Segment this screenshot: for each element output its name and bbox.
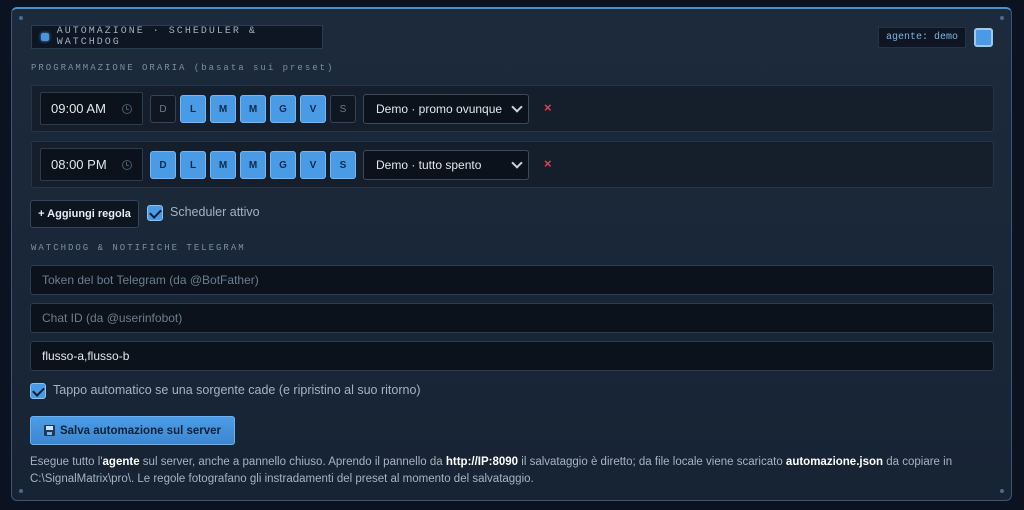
time-value: 08:00 PM: [51, 157, 107, 172]
time-value: 09:00 AM: [51, 101, 106, 116]
time-input[interactable]: 08:00 PM: [40, 148, 143, 181]
schedule-section-title: PROGRAMMAZIONE ORARIA (basata sui preset…: [31, 63, 335, 73]
panel-title-text: AUTOMAZIONE · SCHEDULER & WATCHDOG: [56, 26, 257, 48]
save-button-label: Salva automazione sul server: [59, 424, 222, 437]
preset-select[interactable]: Demo · tutto spento: [363, 150, 529, 180]
delete-rule-button[interactable]: ×: [544, 100, 552, 115]
status-led-icon: [41, 33, 49, 41]
auto-cap-checkbox[interactable]: [30, 383, 46, 399]
corner-dot: [1000, 16, 1004, 20]
day-toggle-saturday[interactable]: S: [330, 95, 356, 123]
save-automation-button[interactable]: Salva automazione sul server: [30, 416, 235, 445]
day-toggle-thursday[interactable]: G: [270, 95, 296, 123]
delete-rule-button[interactable]: ×: [544, 156, 552, 171]
day-toggle-wednesday[interactable]: M: [240, 151, 266, 179]
corner-dot: [19, 489, 23, 493]
agent-badge: agente: demo: [878, 27, 966, 48]
day-toggle-friday[interactable]: V: [300, 151, 326, 179]
day-toggle-tuesday[interactable]: M: [210, 151, 236, 179]
auto-cap-label: Tappo automatico se una sorgente cade (e…: [53, 383, 421, 397]
preset-select-value: Demo · promo ovunque: [376, 102, 503, 116]
clock-icon[interactable]: [122, 160, 132, 170]
schedule-rule-row: 09:00 AM D L M M G V S Demo · promo ovun…: [31, 85, 994, 132]
floppy-disk-icon: [43, 425, 55, 436]
day-toggle-monday[interactable]: L: [180, 151, 206, 179]
day-toggle-thursday[interactable]: G: [270, 151, 296, 179]
telegram-token-input[interactable]: Token del bot Telegram (da @BotFather): [30, 265, 994, 295]
schedule-rule-row: 08:00 PM D L M M G V S Demo · tutto spen…: [31, 141, 994, 188]
day-toggle-monday[interactable]: L: [180, 95, 206, 123]
day-toggle-wednesday[interactable]: M: [240, 95, 266, 123]
chevron-down-icon: [511, 101, 523, 113]
info-url: http://IP:8090: [445, 456, 519, 468]
info-filename: automazione.json: [785, 456, 884, 468]
day-toggle-friday[interactable]: V: [300, 95, 326, 123]
day-toggle-sunday[interactable]: D: [150, 95, 176, 123]
corner-dot: [19, 16, 23, 20]
panel-title: AUTOMAZIONE · SCHEDULER & WATCHDOG: [31, 25, 323, 49]
scheduler-active-label: Scheduler attivo: [170, 205, 260, 219]
toggle-square-button[interactable]: [974, 28, 993, 47]
add-rule-button[interactable]: + Aggiungi regola: [30, 200, 139, 228]
watchdog-section-title: WATCHDOG & NOTIFICHE TELEGRAM: [31, 243, 246, 253]
sources-input[interactable]: flusso-a,flusso-b: [30, 341, 994, 371]
time-input[interactable]: 09:00 AM: [40, 92, 143, 125]
day-toggle-tuesday[interactable]: M: [210, 95, 236, 123]
day-toggle-saturday[interactable]: S: [330, 151, 356, 179]
preset-select[interactable]: Demo · promo ovunque: [363, 94, 529, 124]
info-text: Esegue tutto l'agente sul server, anche …: [30, 456, 953, 485]
scheduler-active-checkbox[interactable]: [147, 205, 163, 221]
chat-id-input[interactable]: Chat ID (da @userinfobot): [30, 303, 994, 333]
chevron-down-icon: [511, 157, 523, 169]
info-agent: agente: [102, 456, 140, 468]
day-toggle-sunday[interactable]: D: [150, 151, 176, 179]
clock-icon[interactable]: [122, 104, 132, 114]
preset-select-value: Demo · tutto spento: [376, 158, 482, 172]
corner-dot: [1000, 489, 1004, 493]
